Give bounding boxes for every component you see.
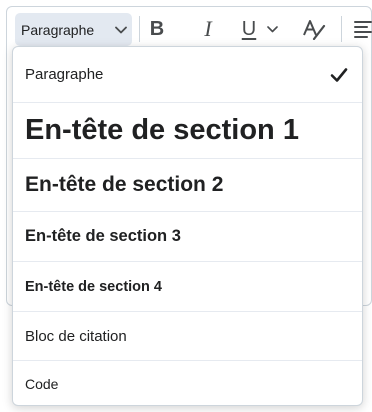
italic-button[interactable]: I xyxy=(196,15,220,43)
menu-item-label: En-tête de section 4 xyxy=(25,278,162,295)
menu-item-label: Bloc de citation xyxy=(25,327,127,345)
menu-item-label: En-tête de section 2 xyxy=(25,173,224,196)
menu-item-label: En-tête de section 3 xyxy=(25,227,181,245)
menu-item-heading-4[interactable]: En-tête de section 4 xyxy=(13,262,362,312)
clear-formatting-icon[interactable] xyxy=(301,15,327,43)
bold-button[interactable]: B xyxy=(145,15,169,43)
menu-item-label: Code xyxy=(25,376,59,392)
menu-item-label: En-tête de section 1 xyxy=(25,114,299,146)
menu-item-heading-2[interactable]: En-tête de section 2 xyxy=(13,159,362,212)
underline-options-chevron-icon[interactable] xyxy=(264,15,280,43)
chevron-down-icon xyxy=(110,26,132,34)
checkmark-icon xyxy=(330,66,348,84)
menu-item-paragraph[interactable]: Paragraphe xyxy=(13,47,362,103)
format-dropdown-menu: Paragraphe En-tête de section 1 En-tête … xyxy=(12,46,363,406)
underline-button[interactable]: U xyxy=(238,15,260,43)
format-select-value: Paragraphe xyxy=(21,21,95,38)
align-left-icon[interactable] xyxy=(352,15,372,43)
toolbar-divider xyxy=(139,16,140,42)
menu-item-code[interactable]: Code xyxy=(13,361,362,405)
menu-item-heading-1[interactable]: En-tête de section 1 xyxy=(13,103,362,159)
menu-item-blockquote[interactable]: Bloc de citation xyxy=(13,312,362,361)
menu-item-heading-3[interactable]: En-tête de section 3 xyxy=(13,212,362,262)
format-select[interactable]: Paragraphe xyxy=(15,13,132,46)
editor-toolbar: Paragraphe B I U xyxy=(6,6,372,50)
menu-item-label: Paragraphe xyxy=(25,66,104,83)
toolbar-divider xyxy=(341,16,342,42)
